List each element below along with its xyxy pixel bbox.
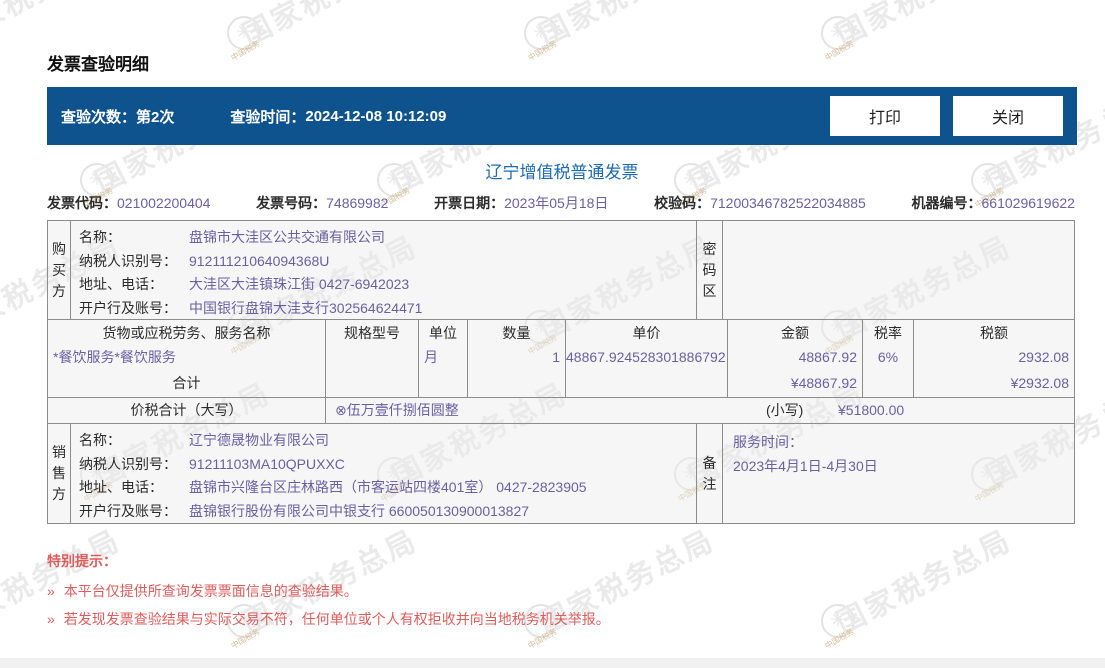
bottom-scrollbar-track[interactable]	[0, 658, 1105, 668]
seller-fields: 名称： 辽宁德晟物业有限公司 纳税人识别号： 91211103MA10QPUXX…	[71, 424, 696, 523]
check-count: 查验次数： 第2次	[61, 106, 174, 127]
check-time-label: 查验时间：	[230, 108, 306, 126]
password-area-content	[723, 221, 1074, 319]
goods-total-amount: ¥48867.92	[790, 375, 857, 391]
goods-col-spec: 规格型号	[326, 320, 419, 397]
invoice-table: 购买方 名称： 盘锦市大洼区公共交通有限公司 纳税人识别号： 912111210…	[47, 220, 1075, 524]
check-count-label: 查验次数：	[61, 108, 137, 126]
check-code: 校验码：71200346782522034885	[654, 195, 866, 211]
remark-content: 服务时间： 2023年4月1日-4月30日	[723, 424, 1074, 523]
buyer-address-phone: 地址、电话： 大洼区大洼镇珠江街 0427-6942023	[79, 276, 410, 292]
goods-col-price: 单价 48867.924528301886792	[566, 320, 728, 397]
buyer-section-label: 购买方	[48, 221, 71, 319]
goods-unit: 月	[424, 349, 438, 365]
goods-name: *餐饮服务*餐饮服务	[53, 349, 176, 365]
invoice-code: 发票代码：021002200404	[47, 195, 211, 211]
goods-price: 48867.924528301886792	[566, 349, 726, 365]
machine-number: 机器编号：661029619622	[911, 195, 1075, 211]
close-button[interactable]: 关闭	[953, 96, 1063, 136]
seller-section-label: 销售方	[48, 424, 71, 523]
check-time-value: 2024-12-08 10:12:09	[305, 107, 447, 125]
goods-tax: 2932.08	[1018, 349, 1069, 365]
note-bullet-icon: »	[47, 611, 55, 627]
goods-total-tax: ¥2932.08	[1010, 375, 1069, 391]
tax-total-small-value: ¥51800.00	[838, 402, 905, 418]
seller-section: 销售方 名称： 辽宁德晟物业有限公司 纳税人识别号： 91211103MA10Q…	[48, 423, 1074, 523]
invoice-title: 辽宁增值税普通发票	[485, 163, 639, 182]
check-count-value: 第2次	[136, 108, 175, 126]
password-area-label: 密码区	[696, 221, 723, 319]
tax-total-row: 价税合计（大写） ⊗伍万壹仟捌佰圆整 (小写) ¥51800.00	[48, 397, 1074, 423]
remark-line2: 2023年4月1日-4月30日	[733, 458, 878, 474]
goods-total-label: 合计	[172, 375, 201, 391]
special-notes: 特别提示： » 本平台仅提供所查询发票票面信息的查验结果。 » 若发现发票查验结果与…	[47, 551, 610, 640]
special-note-1: » 本平台仅提供所查询发票票面信息的查验结果。	[47, 583, 358, 599]
goods-col-unit: 单位 月	[419, 320, 468, 397]
goods-rate: 6%	[877, 349, 899, 365]
goods-qty: 1	[552, 349, 560, 365]
verification-toolbar: 查验次数： 第2次 查验时间： 2024-12-08 10:12:09 打印 关…	[47, 87, 1077, 145]
special-note-2: » 若发现发票查验结果与实际交易不符，任何单位或个人有权拒收并向当地税务机关举报。	[47, 611, 610, 627]
tax-total-small-label: (小写)	[766, 402, 804, 418]
goods-spec	[326, 344, 418, 371]
tax-total-label: 价税合计（大写）	[48, 398, 326, 423]
goods-col-name: 货物或应税劳务、服务名称 *餐饮服务*餐饮服务 合计	[48, 320, 326, 397]
page-title: 发票查验明细	[47, 55, 149, 74]
seller-address-phone: 地址、电话： 盘锦市兴隆台区庄林路西（市客运站四楼401室） 0427-2823…	[79, 479, 587, 495]
tax-total-values: ⊗伍万壹仟捌佰圆整 (小写) ¥51800.00	[326, 398, 1074, 423]
invoice-number: 发票号码：74869982	[256, 195, 389, 211]
invoice-verification-page: ✳国家税务总局中国税务✳国家税务总局中国税务✳国家税务总局中国税务✳国家税务总局…	[0, 0, 1105, 668]
note-bullet-icon: »	[47, 583, 55, 599]
seller-name: 名称： 辽宁德晟物业有限公司	[79, 432, 329, 448]
buyer-bank-account: 开户行及账号： 中国银行盘锦大洼支行302564624471	[79, 299, 423, 316]
invoice-code-row: 发票代码：021002200404 发票号码：74869982 开票日期：202…	[47, 193, 1075, 213]
remark-line1: 服务时间：	[733, 434, 803, 450]
goods-col-tax: 税额 2932.08 ¥2932.08	[914, 320, 1074, 397]
goods-table: 货物或应税劳务、服务名称 *餐饮服务*餐饮服务 合计 规格型号 单位 月 数量 …	[48, 319, 1074, 397]
seller-bank-account: 开户行及账号： 盘锦银行股份有限公司中银支行 66005013090001382…	[79, 502, 530, 519]
buyer-section: 购买方 名称： 盘锦市大洼区公共交通有限公司 纳税人识别号： 912111210…	[48, 221, 1074, 319]
goods-col-amount: 金额 48867.92 ¥48867.92	[728, 320, 863, 397]
seller-tax-id: 纳税人识别号： 91211103MA10QPUXXC	[79, 455, 345, 472]
special-notes-title: 特别提示：	[47, 553, 117, 569]
buyer-name: 名称： 盘锦市大洼区公共交通有限公司	[79, 229, 385, 245]
goods-col-rate: 税率 6%	[863, 320, 914, 397]
tax-total-in-words: ⊗伍万壹仟捌佰圆整	[335, 402, 459, 418]
buyer-fields: 名称： 盘锦市大洼区公共交通有限公司 纳税人识别号： 9121112106409…	[71, 221, 696, 319]
invoice-date: 开票日期：2023年05月18日	[434, 195, 609, 211]
print-button[interactable]: 打印	[830, 96, 940, 136]
remark-label: 备注	[696, 424, 723, 523]
buyer-tax-id: 纳税人识别号： 91211121064094368U	[79, 252, 330, 269]
goods-amount: 48867.92	[798, 349, 857, 365]
goods-col-qty: 数量 1	[468, 320, 566, 397]
check-time: 查验时间： 2024-12-08 10:12:09	[230, 106, 446, 127]
